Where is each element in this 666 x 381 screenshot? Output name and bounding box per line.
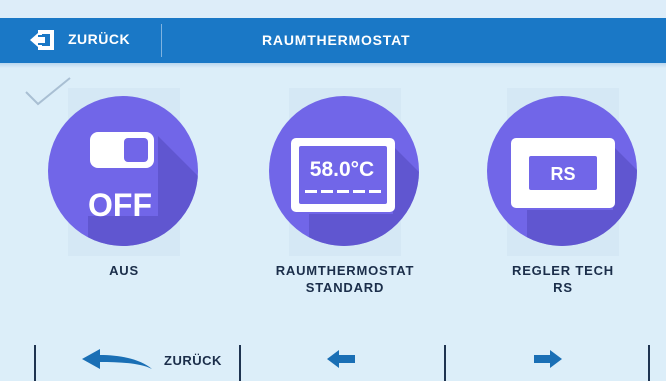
footer: ZURÜCK: [0, 337, 666, 381]
option-raumthermostat-standard[interactable]: 58.0°C RAUMTHERMOSTAT STANDARD: [245, 78, 445, 308]
option-label-line2: STANDARD: [305, 280, 385, 295]
exit-door-icon: [30, 30, 54, 50]
option-label-line1: REGLER TECH: [512, 263, 614, 278]
option-label: AUS: [24, 262, 224, 279]
footer-next-button[interactable]: [446, 337, 648, 381]
footer-back-label: ZURÜCK: [164, 353, 222, 368]
option-aus[interactable]: OFF AUS: [24, 78, 224, 308]
footer-separator: [648, 345, 650, 381]
footer-back-button[interactable]: ZURÜCK: [36, 337, 239, 381]
rs-text: RS: [550, 164, 575, 184]
page-title: RAUMTHERMOSTAT: [262, 32, 411, 48]
option-label: RAUMTHERMOSTAT STANDARD: [245, 262, 445, 296]
thermostat-display-icon: 58.0°C: [269, 96, 419, 246]
back-arrow-icon: [82, 349, 152, 369]
toggle-off-icon: OFF: [48, 96, 198, 246]
header-back-label: ZURÜCK: [68, 31, 131, 47]
option-label-line2: RS: [553, 280, 573, 295]
title-bar-shadow: [0, 63, 666, 68]
header: ZURÜCK RAUMTHERMOSTAT: [0, 0, 666, 68]
option-label: REGLER TECH RS: [463, 262, 663, 296]
arrow-left-icon: [327, 350, 355, 368]
option-label-line1: AUS: [109, 263, 139, 278]
off-text: OFF: [88, 187, 152, 223]
option-label-line1: RAUMTHERMOSTAT: [275, 263, 415, 278]
option-regler-tech-rs[interactable]: RS REGLER TECH RS: [463, 78, 663, 308]
regler-rs-icon: RS: [487, 96, 637, 246]
arrow-right-icon: [534, 350, 562, 368]
header-divider: [161, 24, 162, 57]
temperature-readout: 58.0°C: [310, 158, 374, 181]
footer-prev-button[interactable]: [241, 337, 444, 381]
header-back-button[interactable]: ZURÜCK: [0, 18, 160, 63]
